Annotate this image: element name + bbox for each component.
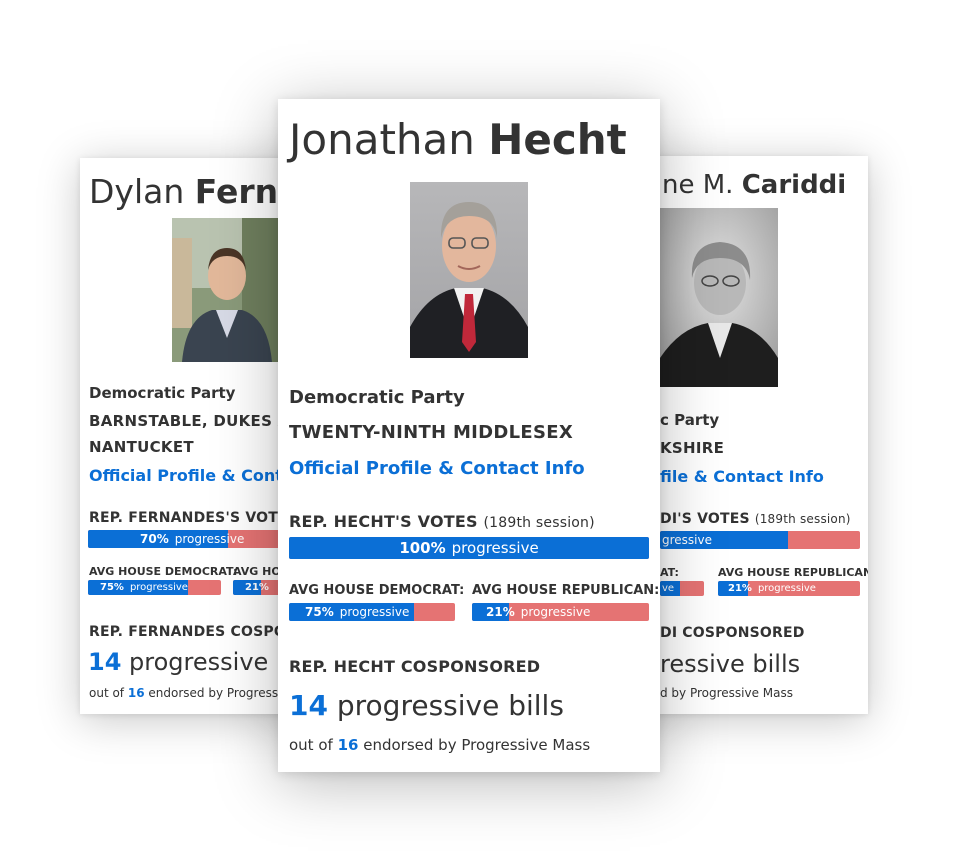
progressive-label: progressive <box>451 539 539 557</box>
official-profile-link[interactable]: Official Profile & Contac <box>89 466 303 485</box>
votes-progress-bar: 70% progressive <box>88 530 288 548</box>
bills-text: ressive bills <box>660 650 801 678</box>
legislator-name: Dylan Ferna <box>89 172 300 211</box>
progressive-label: progressive <box>520 605 591 619</box>
avg-democrat-label: AVG HOUSE DEMOCRAT: <box>89 565 238 578</box>
district-label: TWENTY-NINTH MIDDLESEX <box>289 422 574 443</box>
official-profile-link[interactable]: Official Profile & Contact Info <box>289 458 585 479</box>
avg-democrat-label: AVG HOUSE DEMOCRAT: <box>289 583 465 598</box>
progressive-label: progressive <box>174 532 245 546</box>
out-of-suffix: endorsed by Progressive Mass <box>363 736 591 754</box>
avg-republican-bar-text: 21% progressive <box>718 581 860 596</box>
votes-bar-text: gressive <box>660 531 860 549</box>
avg-republican-percent: 21% <box>486 605 515 619</box>
votes-session: (189th session) <box>483 515 595 531</box>
legislator-photo <box>410 182 528 358</box>
votes-title: REP. HECHT'S VOTES (189th session) <box>289 512 595 531</box>
avg-democrat-label: AT: <box>660 566 679 579</box>
last-name: Hecht <box>488 115 627 164</box>
district-label: KSHIRE <box>660 439 725 457</box>
out-of-count: 16 <box>337 736 359 754</box>
votes-progress-bar: 100% progressive <box>289 537 649 559</box>
avg-democrat-bar-text: ve <box>660 581 704 596</box>
avg-democrat-percent: 75% <box>305 605 334 619</box>
avg-republican-percent: 21% <box>728 583 752 594</box>
avg-republican-percent: 21% <box>245 582 269 593</box>
bills-count-line: 14 progressive bills <box>289 689 564 722</box>
out-of-line: out of 16 endorsed by Progressive Mass <box>289 736 590 754</box>
votes-title: DI'S VOTES (189th session) <box>660 511 851 527</box>
legislator-photo <box>172 218 282 362</box>
votes-progress-bar: gressive <box>660 531 860 549</box>
first-name: Jonathan <box>289 115 475 164</box>
progressive-label: progressive <box>339 605 410 619</box>
avg-democrat-bar: 75% progressive <box>88 580 221 595</box>
out-of-line: out of 16 endorsed by Progressiv <box>89 686 289 700</box>
avg-democrat-bar-text: 75% progressive <box>289 603 455 621</box>
votes-title-text: REP. HECHT'S VOTES <box>289 512 478 531</box>
out-of-count: 16 <box>127 686 145 700</box>
votes-percent: 100% <box>399 539 446 557</box>
cosponsored-title: DI COSPONSORED <box>660 625 805 641</box>
progressive-label: progressive <box>757 583 816 594</box>
legislator-name: ne M. Cariddi <box>662 170 846 200</box>
party-label: Democratic Party <box>289 387 465 408</box>
progressive-label: progressive <box>129 582 188 593</box>
first-name: ne M. <box>662 170 734 200</box>
votes-title-text: DI'S VOTES <box>660 511 750 527</box>
avg-democrat-bar: ve <box>660 581 704 596</box>
votes-bar-text: 100% progressive <box>289 537 649 559</box>
votes-percent: 70% <box>140 532 169 546</box>
out-of-suffix: endorsed by Progressiv <box>148 686 289 700</box>
bills-count: 14 <box>88 648 122 676</box>
votes-session: (189th session) <box>754 512 851 526</box>
district-line-1: BARNSTABLE, DUKES AN <box>89 412 303 430</box>
avg-republican-label: AVG HOUSE REPUBLICAN: <box>718 566 868 579</box>
party-label: c Party <box>660 411 720 429</box>
cosponsored-title: REP. FERNANDES COSPON <box>89 624 298 640</box>
avg-democrat-bar-text: 75% progressive <box>88 580 221 595</box>
avg-democrat-percent: 75% <box>100 582 124 593</box>
last-name: Cariddi <box>741 170 847 200</box>
votes-bar-text: 70% progressive <box>88 530 288 548</box>
cosponsored-title: REP. HECHT COSPONSORED <box>289 657 541 676</box>
first-name: Dylan <box>89 172 185 211</box>
official-profile-link[interactable]: file & Contact Info <box>660 467 824 486</box>
avg-republican-bar: 21% progressive <box>718 581 860 596</box>
district-line-2: NANTUCKET <box>89 438 194 456</box>
legislator-card-hecht: Jonathan Hecht Democratic Party TWENTY-N… <box>278 99 660 772</box>
party-label: Democratic Party <box>89 384 236 402</box>
bills-text: progressive bills <box>336 689 564 722</box>
avg-democrat-bar: 75% progressive <box>289 603 455 621</box>
progressive-label: gressive <box>662 533 712 547</box>
legislator-photo <box>660 208 778 387</box>
legislator-name: Jonathan Hecht <box>289 115 627 164</box>
out-of-prefix: out of <box>289 736 333 754</box>
votes-title: REP. FERNANDES'S VOTES <box>89 510 298 526</box>
avg-republican-bar: 21% progressive <box>472 603 649 621</box>
avg-republican-bar-text: 21% progressive <box>472 603 649 621</box>
avg-democrat-bar-label: ve <box>662 583 675 594</box>
bills-text: progressive bi <box>129 648 298 676</box>
bills-count: 14 <box>289 689 328 722</box>
bills-count-line: 14 progressive bi <box>88 648 298 676</box>
avg-republican-label: AVG HOUSE REPUBLICAN: <box>472 583 660 598</box>
out-of-prefix: out of <box>89 686 125 700</box>
out-of-line: d by Progressive Mass <box>660 686 794 700</box>
